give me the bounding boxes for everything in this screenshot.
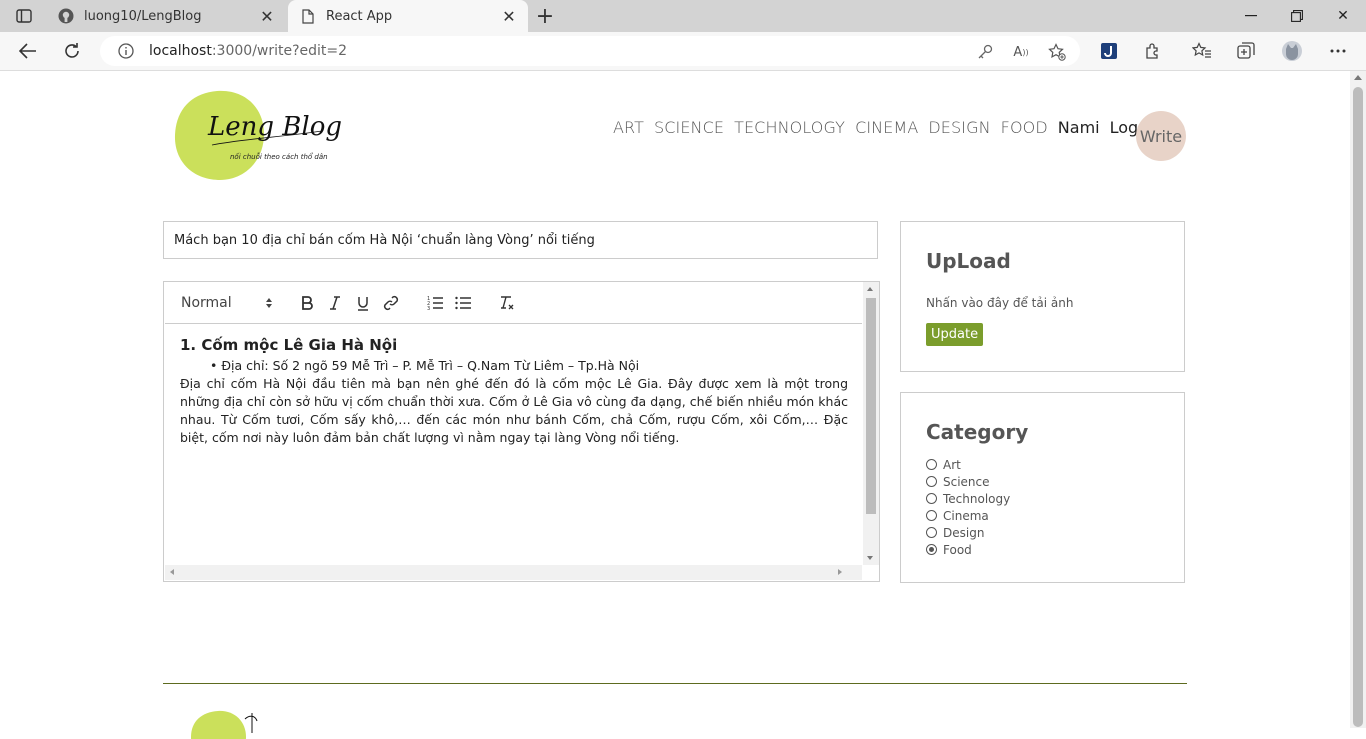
upload-panel: UpLoad Nhấn vào đây để tải ảnh Update [900, 221, 1185, 372]
bold-icon[interactable] [293, 291, 321, 315]
scroll-up-icon[interactable] [867, 287, 873, 291]
footer-logo [190, 709, 280, 739]
browser-tab-github[interactable]: luong10/LengBlog ✕ [46, 0, 286, 32]
browser-toolbar: localhost:3000/write?edit=2 A)) [0, 32, 1366, 71]
category-option-design[interactable]: Design [926, 524, 1010, 541]
nav-link-art[interactable]: ART [613, 118, 644, 137]
scroll-left-icon[interactable] [170, 569, 174, 575]
browser-tab-react-app[interactable]: React App ✕ [288, 0, 528, 32]
url-text: localhost:3000/write?edit=2 [149, 43, 348, 59]
nav-link-science[interactable]: SCIENCE [654, 118, 724, 137]
radio-button-selected[interactable] [926, 544, 937, 555]
radio-button[interactable] [926, 510, 937, 521]
category-option-cinema[interactable]: Cinema [926, 507, 1010, 524]
site-info-icon[interactable] [117, 42, 135, 60]
site-logo[interactable]: Leng Blog nối chuỗi theo cách thổ dân [172, 89, 342, 181]
close-tab-icon[interactable]: ✕ [258, 7, 276, 26]
category-option-food[interactable]: Food [926, 541, 1010, 558]
nav-link-design[interactable]: DESIGN [928, 118, 990, 137]
scroll-down-icon[interactable] [867, 556, 873, 560]
tab-actions-icon[interactable] [8, 4, 40, 28]
clear-format-icon[interactable] [493, 291, 521, 315]
read-aloud-icon[interactable]: A)) [1011, 42, 1031, 62]
key-icon[interactable] [975, 42, 995, 62]
upload-image-link[interactable]: Nhấn vào đây để tải ảnh [926, 296, 1073, 310]
content-bullet: • Địa chỉ: Số 2 ngõ 59 Mễ Trì – P. Mễ Tr… [210, 358, 640, 373]
restore-icon[interactable] [1274, 0, 1320, 32]
content-paragraph: Địa chỉ cốm Hà Nội đầu tiên mà bạn nên g… [180, 376, 848, 445]
address-bar[interactable]: localhost:3000/write?edit=2 A)) [100, 36, 1080, 66]
radio-button[interactable] [926, 459, 937, 470]
write-button[interactable]: Write [1136, 111, 1186, 161]
page-scrollbar[interactable] [1350, 71, 1366, 728]
link-icon[interactable] [377, 291, 405, 315]
underline-icon[interactable] [349, 291, 377, 315]
extension-j-icon[interactable] [1093, 35, 1125, 67]
profile-avatar[interactable] [1276, 35, 1308, 67]
editor-horizontal-scrollbar[interactable] [165, 565, 862, 580]
add-favorite-icon[interactable] [1047, 42, 1067, 62]
header-format-select[interactable]: Normal [181, 295, 273, 311]
page-icon [300, 8, 316, 24]
category-radio-group: Art Science Technology Cinema Design Foo… [926, 456, 1010, 558]
select-arrows-icon [266, 298, 272, 308]
upload-title: UpLoad [926, 249, 1011, 273]
category-panel: Category Art Science Technology Cinema D… [900, 392, 1185, 583]
radio-button[interactable] [926, 527, 937, 538]
tab-title: React App [326, 8, 393, 24]
editor-scroll-thumb[interactable] [866, 298, 876, 514]
page-content: Leng Blog nối chuỗi theo cách thổ dân AR… [0, 71, 1350, 739]
italic-icon[interactable] [321, 291, 349, 315]
category-option-art[interactable]: Art [926, 456, 1010, 473]
logo-brand: Leng Blog [207, 112, 342, 142]
minimize-icon[interactable] [1228, 0, 1274, 32]
category-option-technology[interactable]: Technology [926, 490, 1010, 507]
category-title: Category [926, 420, 1029, 444]
scroll-right-icon[interactable] [838, 569, 842, 575]
nav-link-cinema[interactable]: CINEMA [855, 118, 918, 137]
back-icon[interactable] [12, 35, 44, 67]
nav-link-food[interactable]: FOOD [1001, 118, 1048, 137]
more-options-icon[interactable] [1322, 35, 1354, 67]
refresh-icon[interactable] [56, 35, 88, 67]
scrollbar-thumb[interactable] [1353, 87, 1363, 727]
user-name: Nami [1057, 118, 1100, 137]
svg-text:3: 3 [427, 306, 430, 310]
ordered-list-icon[interactable]: 123 [421, 291, 449, 315]
radio-button[interactable] [926, 493, 937, 504]
update-button[interactable]: Update [926, 323, 984, 346]
browser-tabstrip: luong10/LengBlog ✕ React App ✕ + ✕ [0, 0, 1366, 32]
nav-link-technology[interactable]: TECHNOLOGY [734, 118, 845, 137]
scroll-up-icon[interactable] [1354, 75, 1362, 80]
radio-button[interactable] [926, 476, 937, 487]
editor-vertical-scrollbar[interactable] [863, 282, 879, 565]
new-tab-icon[interactable]: + [534, 4, 556, 29]
tab-title: luong10/LengBlog [84, 8, 202, 24]
category-option-science[interactable]: Science [926, 473, 1010, 490]
post-title-input[interactable]: Mách bạn 10 địa chỉ bán cốm Hà Nội ‘chuẩ… [163, 221, 878, 259]
close-tab-icon[interactable]: ✕ [500, 7, 518, 26]
header-format-value: Normal [181, 295, 232, 311]
post-content-editor[interactable]: Normal 123 1. Cốm mộc Lê Gia Hà Nội • Đị… [163, 281, 880, 582]
main-nav: ART SCIENCE TECHNOLOGY CINEMA DESIGN FOO… [613, 118, 1176, 137]
editor-toolbar: Normal 123 [165, 283, 862, 324]
collections-icon[interactable] [1230, 35, 1262, 67]
logo-tagline: nối chuỗi theo cách thổ dân [230, 152, 328, 161]
content-heading: 1. Cốm mộc Lê Gia Hà Nội [180, 336, 398, 354]
github-icon [58, 8, 74, 24]
favorites-icon[interactable] [1186, 35, 1218, 67]
bullet-list-icon[interactable] [449, 291, 477, 315]
footer-divider [163, 683, 1187, 684]
extensions-icon[interactable] [1137, 35, 1169, 67]
close-window-icon[interactable]: ✕ [1320, 0, 1366, 32]
editor-content[interactable]: 1. Cốm mộc Lê Gia Hà Nội • Địa chỉ: Số 2… [180, 335, 848, 447]
